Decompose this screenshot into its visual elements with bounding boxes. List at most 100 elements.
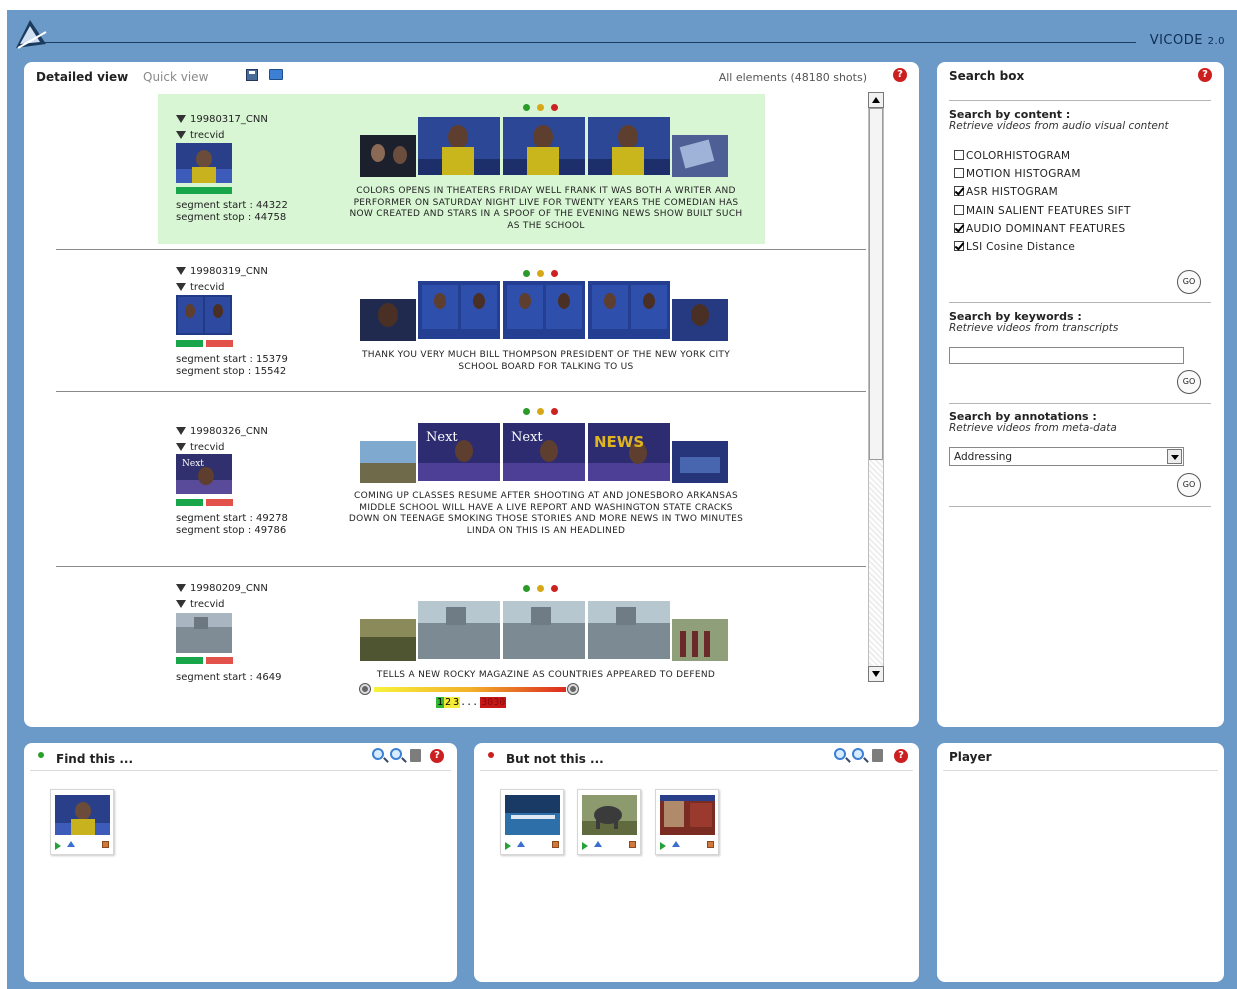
- upload-icon[interactable]: [517, 841, 525, 847]
- results-scrollbar[interactable]: [868, 92, 884, 682]
- help-icon[interactable]: ?: [893, 68, 907, 82]
- help-icon[interactable]: ?: [894, 749, 908, 763]
- page-1-link[interactable]: 1: [436, 697, 445, 708]
- delete-icon[interactable]: [629, 841, 636, 848]
- page-2-link[interactable]: 2: [444, 697, 453, 708]
- dot-green-icon[interactable]: [523, 104, 530, 111]
- checkbox[interactable]: [954, 223, 964, 233]
- relevance-dots[interactable]: [523, 408, 563, 416]
- relevance-dots[interactable]: [523, 585, 563, 593]
- save-icon[interactable]: [246, 69, 258, 81]
- dot-red-icon[interactable]: [551, 104, 558, 111]
- filter-icon[interactable]: [176, 267, 186, 275]
- shot-strip[interactable]: [360, 601, 730, 663]
- trash-icon[interactable]: [410, 749, 421, 762]
- result-item[interactable]: 19980319_CNN trecvid segment start : 153…: [56, 250, 866, 392]
- example-thumbnail[interactable]: [55, 795, 110, 835]
- option-motion-histogram[interactable]: MOTION HISTOGRAM: [954, 168, 1081, 180]
- filter-icon[interactable]: [176, 600, 186, 608]
- keywords-search-subtitle: Retrieve videos from transcripts: [949, 322, 1119, 334]
- key-frame-thumbnail[interactable]: [176, 613, 232, 653]
- dot-red-icon[interactable]: [551, 408, 558, 415]
- filter-icon[interactable]: [176, 443, 186, 451]
- option-lsi-cosine[interactable]: LSI Cosine Distance: [954, 241, 1075, 253]
- help-icon[interactable]: ?: [1198, 68, 1212, 82]
- option-sift[interactable]: MAIN SALIENT FEATURES SIFT: [954, 205, 1131, 217]
- query-example-card[interactable]: [50, 789, 114, 855]
- negative-example-card[interactable]: [500, 789, 564, 855]
- dot-yellow-icon[interactable]: [537, 585, 544, 592]
- filter-icon[interactable]: [176, 427, 186, 435]
- example-thumbnail[interactable]: [582, 795, 637, 835]
- zoom-out-icon[interactable]: [390, 748, 402, 760]
- scroll-thumb[interactable]: [869, 108, 883, 460]
- zoom-out-icon[interactable]: [852, 748, 864, 760]
- tab-detailed-view[interactable]: Detailed view: [36, 70, 128, 84]
- option-colorhistogram[interactable]: COLORHISTOGRAM: [954, 150, 1070, 162]
- keywords-go-button[interactable]: GO: [1177, 370, 1201, 394]
- filter-icon[interactable]: [176, 283, 186, 291]
- negative-example-card[interactable]: [577, 789, 641, 855]
- zoom-in-icon[interactable]: [834, 748, 846, 760]
- dot-green-icon[interactable]: [523, 408, 530, 415]
- pager-start-knob[interactable]: [360, 684, 370, 694]
- dot-yellow-icon[interactable]: [537, 270, 544, 277]
- relevance-dots[interactable]: [523, 104, 563, 112]
- dot-red-icon[interactable]: [551, 270, 558, 277]
- play-icon[interactable]: [660, 842, 666, 850]
- tab-quick-view[interactable]: Quick view: [143, 70, 208, 84]
- dot-green-icon[interactable]: [523, 585, 530, 592]
- play-icon[interactable]: [55, 842, 61, 850]
- dot-red-icon[interactable]: [551, 585, 558, 592]
- dot-yellow-icon[interactable]: [537, 104, 544, 111]
- filter-icon[interactable]: [176, 115, 186, 123]
- shot-strip[interactable]: [360, 281, 730, 343]
- shot-strip[interactable]: [360, 117, 730, 179]
- annotation-select[interactable]: Addressing: [949, 447, 1184, 466]
- scroll-up-icon[interactable]: [868, 92, 884, 108]
- page-3-link[interactable]: 3: [452, 697, 461, 708]
- delete-icon[interactable]: [707, 841, 714, 848]
- key-frame-thumbnail[interactable]: [176, 295, 232, 335]
- filter-icon[interactable]: [176, 584, 186, 592]
- pager-slider[interactable]: [374, 687, 566, 692]
- dot-green-icon[interactable]: [523, 270, 530, 277]
- result-item[interactable]: 19980317_CNN trecvid segment start : 443…: [56, 92, 866, 250]
- checkbox[interactable]: [954, 241, 964, 251]
- delete-icon[interactable]: [552, 841, 559, 848]
- upload-icon[interactable]: [594, 841, 602, 847]
- dot-yellow-icon[interactable]: [537, 408, 544, 415]
- key-frame-thumbnail[interactable]: [176, 143, 232, 183]
- option-asr-histogram[interactable]: ASR HISTOGRAM: [954, 186, 1058, 198]
- checkbox[interactable]: [954, 186, 964, 196]
- play-icon[interactable]: [505, 842, 511, 850]
- zoom-in-icon[interactable]: [372, 748, 384, 760]
- delete-icon[interactable]: [102, 841, 109, 848]
- shot-strip[interactable]: Next Next NEWS: [360, 423, 730, 485]
- filter-icon[interactable]: [176, 131, 186, 139]
- keywords-input[interactable]: [949, 347, 1184, 364]
- example-thumbnail[interactable]: [660, 795, 715, 835]
- help-icon[interactable]: ?: [430, 749, 444, 763]
- annotations-go-button[interactable]: GO: [1177, 473, 1201, 497]
- relevance-dots[interactable]: [523, 270, 563, 278]
- trash-icon[interactable]: [872, 749, 883, 762]
- open-folder-icon[interactable]: [269, 69, 283, 80]
- key-frame-thumbnail[interactable]: Next: [176, 454, 232, 494]
- transcript-text: COMING UP CLASSES RESUME AFTER SHOOTING …: [348, 491, 744, 536]
- checkbox[interactable]: [954, 150, 964, 160]
- upload-icon[interactable]: [672, 841, 680, 847]
- checkbox[interactable]: [954, 168, 964, 178]
- result-item[interactable]: 19980326_CNN trecvid Next segment start …: [56, 392, 866, 567]
- pager-end-knob[interactable]: [568, 684, 578, 694]
- example-thumbnail[interactable]: [505, 795, 560, 835]
- upload-icon[interactable]: [67, 841, 75, 847]
- last-page-link[interactable]: 3030: [480, 697, 507, 708]
- option-audio-dominant[interactable]: AUDIO DOMINANT FEATURES: [954, 223, 1125, 235]
- scroll-down-icon[interactable]: [868, 666, 884, 682]
- play-icon[interactable]: [582, 842, 588, 850]
- checkbox[interactable]: [954, 205, 964, 215]
- negative-example-card[interactable]: [655, 789, 719, 855]
- content-go-button[interactable]: GO: [1177, 270, 1201, 294]
- chevron-down-icon[interactable]: [1167, 449, 1182, 464]
